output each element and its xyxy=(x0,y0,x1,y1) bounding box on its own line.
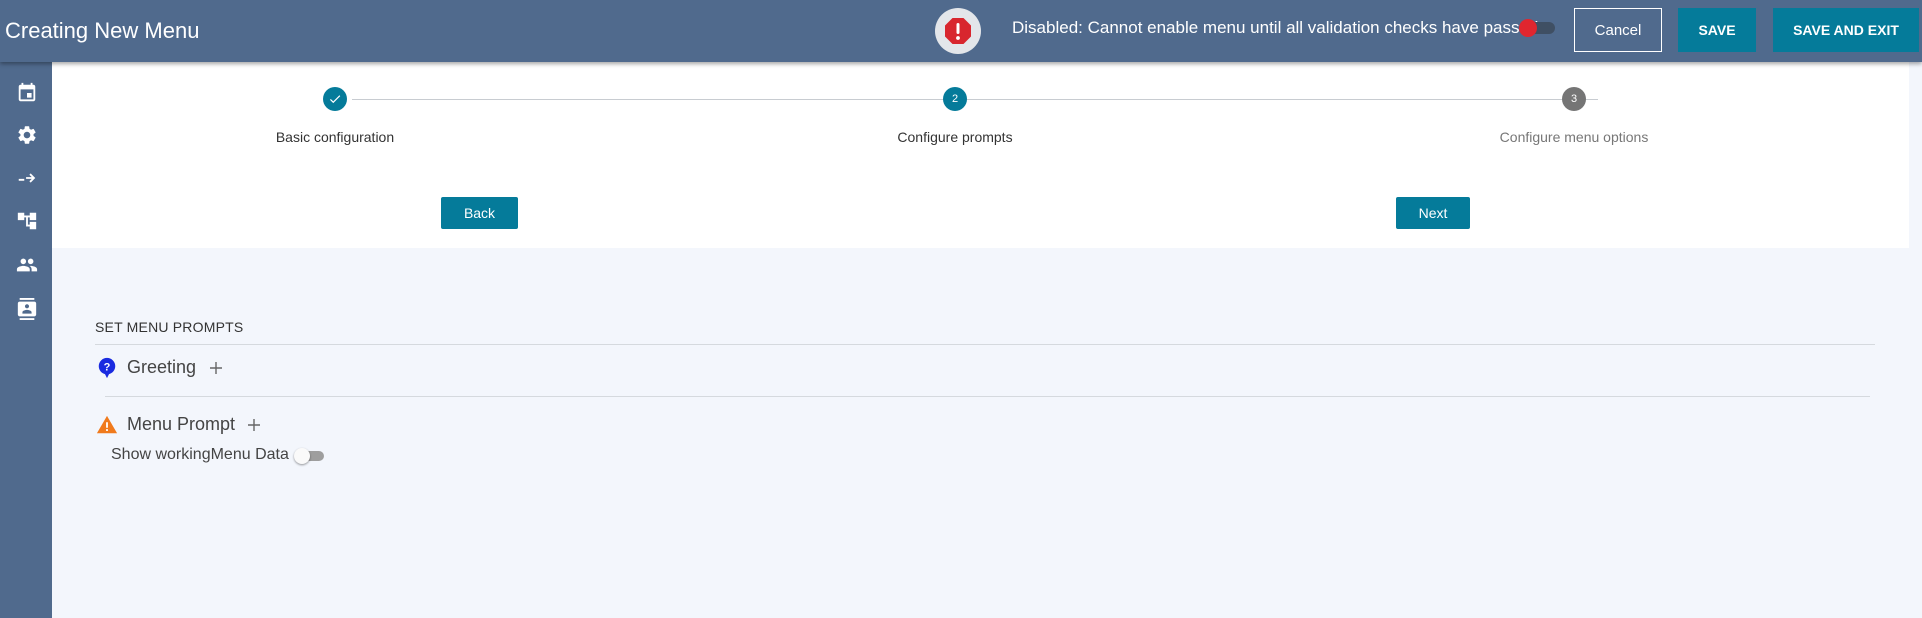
error-octagon-icon xyxy=(935,8,981,54)
step-connector xyxy=(972,99,1598,100)
check-icon xyxy=(329,95,341,104)
stepper-card: Basic configuration 2 Configure prompts … xyxy=(52,62,1909,248)
status-message: Disabled: Cannot enable menu until all v… xyxy=(1012,18,1539,37)
show-data-label: Show workingMenu Data xyxy=(111,446,289,463)
step-1-label: Basic configuration xyxy=(275,129,395,145)
app-header: Creating New Menu Disabled: Cannot enabl… xyxy=(0,0,1922,62)
hierarchy-icon[interactable] xyxy=(16,210,38,232)
menu-prompt-label: Menu Prompt xyxy=(127,414,236,434)
step-3-label: Configure menu options xyxy=(1499,129,1649,145)
prompt-divider xyxy=(105,396,1870,397)
contacts-icon[interactable] xyxy=(16,298,38,320)
calendar-icon[interactable] xyxy=(16,82,38,104)
question-icon: ? xyxy=(96,357,118,379)
step-connector xyxy=(352,99,982,100)
save-and-exit-button[interactable]: SAVE AND EXIT xyxy=(1773,8,1919,52)
menu-enable-toggle[interactable] xyxy=(1519,19,1557,37)
add-menu-prompt-plus-icon[interactable] xyxy=(246,417,262,433)
gear-icon[interactable] xyxy=(16,124,38,146)
section-title: SET MENU PROMPTS xyxy=(95,319,244,335)
step-2-label: Configure prompts xyxy=(897,129,1013,145)
save-button[interactable]: SAVE xyxy=(1678,8,1756,52)
cancel-button[interactable]: Cancel xyxy=(1574,8,1662,52)
show-data-toggle[interactable] xyxy=(294,448,326,464)
add-greeting-plus-icon[interactable] xyxy=(208,360,224,376)
warning-icon xyxy=(96,414,118,436)
sidebar xyxy=(0,62,52,618)
step-1-circle[interactable] xyxy=(323,87,347,111)
people-icon[interactable] xyxy=(16,254,38,276)
page-title: Creating New Menu xyxy=(5,18,200,43)
toggle-knob xyxy=(294,448,310,464)
section-divider xyxy=(95,344,1875,345)
step-3-circle[interactable]: 3 xyxy=(1562,87,1586,111)
step-2-circle[interactable]: 2 xyxy=(943,87,967,111)
back-button[interactable]: Back xyxy=(441,197,518,229)
next-button[interactable]: Next xyxy=(1396,197,1470,229)
svg-text:?: ? xyxy=(104,361,111,373)
toggle-knob xyxy=(1519,19,1537,37)
greeting-label: Greeting xyxy=(127,357,197,377)
transfer-arrows-icon[interactable] xyxy=(16,167,38,189)
